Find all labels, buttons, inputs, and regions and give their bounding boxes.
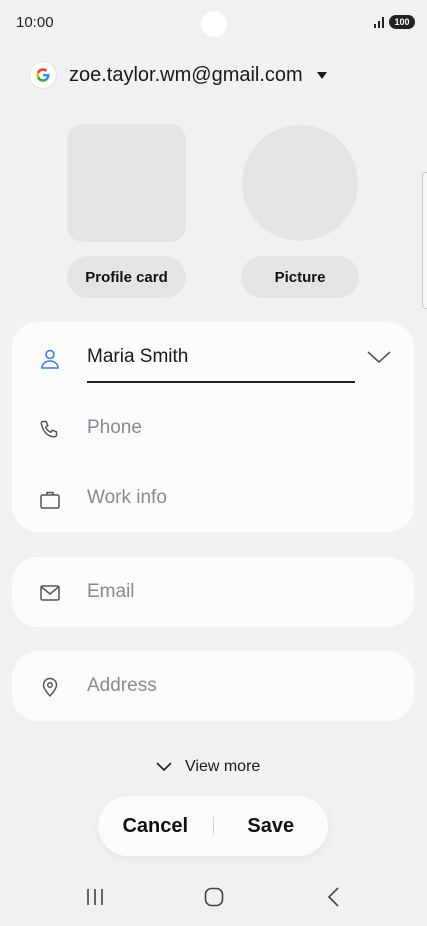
battery-icon: 100 — [389, 15, 415, 29]
email-card: Email — [12, 557, 414, 627]
picture-thumbnail[interactable] — [242, 125, 358, 241]
google-g-icon — [30, 62, 56, 88]
home-icon[interactable] — [202, 885, 226, 909]
status-bar: 10:00 100 — [0, 0, 427, 46]
save-button[interactable]: Save — [214, 815, 329, 838]
profile-card-thumbnail[interactable] — [67, 124, 186, 242]
location-pin-icon — [38, 675, 62, 699]
name-field[interactable]: Maria Smith — [87, 346, 188, 368]
contact-info-card: Maria Smith Phone Work info — [12, 322, 414, 532]
mail-icon — [38, 581, 62, 605]
navigation-bar — [0, 872, 427, 922]
front-camera — [201, 11, 227, 37]
address-field[interactable]: Address — [87, 675, 157, 697]
name-field-underline — [87, 381, 355, 383]
email-field[interactable]: Email — [87, 581, 135, 603]
chevron-down-icon[interactable] — [366, 349, 392, 365]
person-icon — [38, 347, 62, 371]
scroll-indicator[interactable] — [422, 172, 427, 309]
action-bar: Cancel Save — [98, 796, 328, 856]
recent-apps-icon[interactable] — [83, 885, 107, 909]
account-email: zoe.taylor.wm@gmail.com — [69, 63, 303, 86]
back-icon[interactable] — [322, 885, 346, 909]
profile-card-button[interactable]: Profile card — [67, 256, 186, 298]
address-card: Address — [12, 651, 414, 721]
account-selector[interactable]: zoe.taylor.wm@gmail.com — [30, 60, 327, 90]
cancel-button[interactable]: Cancel — [98, 815, 213, 838]
signal-icon — [374, 17, 384, 28]
chevron-down-icon — [156, 762, 172, 772]
work-info-field[interactable]: Work info — [87, 487, 167, 509]
view-more-button[interactable]: View more — [155, 756, 260, 778]
picture-button[interactable]: Picture — [241, 256, 359, 298]
view-more-label: View more — [185, 758, 261, 775]
phone-field[interactable]: Phone — [87, 417, 142, 439]
phone-icon — [38, 418, 62, 442]
status-time: 10:00 — [16, 14, 54, 31]
briefcase-icon — [38, 488, 62, 512]
dropdown-caret-icon — [316, 71, 327, 79]
